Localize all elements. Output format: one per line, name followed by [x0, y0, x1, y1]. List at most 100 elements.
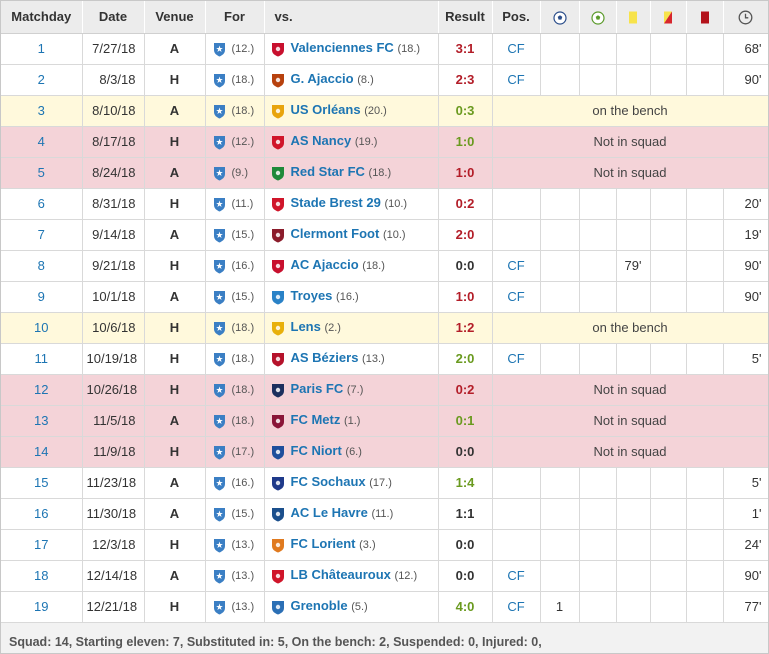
matchday-cell[interactable]: 18: [1, 560, 83, 592]
result-link[interactable]: 0:1: [456, 413, 475, 428]
for-cell[interactable]: (18.): [205, 312, 265, 344]
opponent-cell[interactable]: FC Metz (1.): [264, 405, 439, 437]
opponent-link[interactable]: Troyes: [291, 288, 333, 303]
result-link[interactable]: 0:3: [456, 103, 475, 118]
opponent-link[interactable]: Valenciennes FC: [291, 40, 394, 55]
for-cell[interactable]: (13.): [205, 529, 265, 561]
matchday-link[interactable]: 15: [34, 475, 48, 490]
result-cell[interactable]: 0:0: [438, 250, 493, 282]
result-cell[interactable]: 0:0: [438, 560, 493, 592]
matchday-cell[interactable]: 12: [1, 374, 83, 406]
matchday-cell[interactable]: 2: [1, 64, 83, 96]
result-link[interactable]: 2:0: [456, 351, 475, 366]
matchday-cell[interactable]: 5: [1, 157, 83, 189]
result-link[interactable]: 1:1: [456, 506, 475, 521]
opponent-cell[interactable]: Clermont Foot (10.): [264, 219, 439, 251]
opponent-cell[interactable]: FC Sochaux (17.): [264, 467, 439, 499]
opponent-link[interactable]: G. Ajaccio: [291, 71, 354, 86]
result-link[interactable]: 1:0: [456, 165, 475, 180]
opponent-cell[interactable]: Paris FC (7.): [264, 374, 439, 406]
result-cell[interactable]: 1:0: [438, 157, 493, 189]
result-link[interactable]: 2:0: [456, 227, 475, 242]
header-goals[interactable]: [540, 1, 580, 34]
for-cell[interactable]: (15.): [205, 498, 265, 530]
opponent-link[interactable]: Clermont Foot: [291, 226, 380, 241]
result-link[interactable]: 0:0: [456, 568, 475, 583]
opponent-link[interactable]: AC Le Havre: [291, 505, 368, 520]
for-cell[interactable]: (18.): [205, 64, 265, 96]
opponent-link[interactable]: FC Lorient: [291, 536, 356, 551]
header-position[interactable]: Pos.: [492, 1, 541, 34]
header-result[interactable]: Result: [438, 1, 493, 34]
opponent-link[interactable]: Lens: [291, 319, 321, 334]
matchday-link[interactable]: 7: [38, 227, 45, 242]
result-link[interactable]: 0:0: [456, 258, 475, 273]
result-link[interactable]: 0:0: [456, 444, 475, 459]
for-cell[interactable]: (9.): [205, 157, 265, 189]
matchday-link[interactable]: 19: [34, 599, 48, 614]
opponent-cell[interactable]: Valenciennes FC (18.): [264, 33, 439, 65]
opponent-cell[interactable]: Grenoble (5.): [264, 591, 439, 623]
opponent-link[interactable]: AS Nancy: [291, 133, 352, 148]
matchday-cell[interactable]: 16: [1, 498, 83, 530]
matchday-link[interactable]: 11: [35, 351, 49, 366]
matchday-cell[interactable]: 15: [1, 467, 83, 499]
header-assists[interactable]: [579, 1, 617, 34]
matchday-link[interactable]: 14: [34, 444, 48, 459]
matchday-cell[interactable]: 19: [1, 591, 83, 623]
matchday-cell[interactable]: 11: [1, 343, 83, 375]
for-cell[interactable]: (17.): [205, 436, 265, 468]
result-cell[interactable]: 1:0: [438, 126, 493, 158]
result-cell[interactable]: 0:1: [438, 405, 493, 437]
opponent-cell[interactable]: FC Lorient (3.): [264, 529, 439, 561]
result-link[interactable]: 1:0: [456, 134, 475, 149]
header-venue[interactable]: Venue: [144, 1, 206, 34]
matchday-cell[interactable]: 4: [1, 126, 83, 158]
result-link[interactable]: 0:2: [456, 196, 475, 211]
result-cell[interactable]: 1:2: [438, 312, 493, 344]
opponent-cell[interactable]: US Orléans (20.): [264, 95, 439, 127]
result-cell[interactable]: 2:3: [438, 64, 493, 96]
matchday-link[interactable]: 8: [38, 258, 45, 273]
opponent-link[interactable]: FC Metz: [291, 412, 341, 427]
opponent-link[interactable]: AC Ajaccio: [291, 257, 359, 272]
header-yellowred[interactable]: [650, 1, 687, 34]
for-cell[interactable]: (16.): [205, 250, 265, 282]
for-cell[interactable]: (18.): [205, 405, 265, 437]
for-cell[interactable]: (15.): [205, 281, 265, 313]
opponent-cell[interactable]: LB Châteauroux (12.): [264, 560, 439, 592]
header-red[interactable]: [686, 1, 724, 34]
result-cell[interactable]: 0:0: [438, 529, 493, 561]
matchday-link[interactable]: 3: [38, 103, 45, 118]
matchday-link[interactable]: 12: [34, 382, 48, 397]
matchday-link[interactable]: 9: [38, 289, 45, 304]
matchday-cell[interactable]: 17: [1, 529, 83, 561]
matchday-link[interactable]: 17: [34, 537, 48, 552]
result-cell[interactable]: 1:0: [438, 281, 493, 313]
result-cell[interactable]: 1:1: [438, 498, 493, 530]
opponent-link[interactable]: Grenoble: [291, 598, 348, 613]
opponent-link[interactable]: Paris FC: [291, 381, 344, 396]
matchday-link[interactable]: 4: [38, 134, 45, 149]
for-cell[interactable]: (11.): [205, 188, 265, 220]
matchday-cell[interactable]: 3: [1, 95, 83, 127]
result-cell[interactable]: 0:0: [438, 436, 493, 468]
for-cell[interactable]: (13.): [205, 591, 265, 623]
header-date[interactable]: Date: [82, 1, 145, 34]
opponent-cell[interactable]: AC Le Havre (11.): [264, 498, 439, 530]
matchday-cell[interactable]: 6: [1, 188, 83, 220]
matchday-link[interactable]: 16: [34, 506, 48, 521]
for-cell[interactable]: (15.): [205, 219, 265, 251]
result-cell[interactable]: 2:0: [438, 343, 493, 375]
matchday-link[interactable]: 6: [38, 196, 45, 211]
matchday-cell[interactable]: 13: [1, 405, 83, 437]
opponent-link[interactable]: Stade Brest 29: [291, 195, 381, 210]
matchday-link[interactable]: 1: [38, 41, 45, 56]
matchday-cell[interactable]: 10: [1, 312, 83, 344]
matchday-cell[interactable]: 8: [1, 250, 83, 282]
opponent-link[interactable]: LB Châteauroux: [291, 567, 391, 582]
matchday-cell[interactable]: 9: [1, 281, 83, 313]
matchday-cell[interactable]: 14: [1, 436, 83, 468]
opponent-link[interactable]: FC Niort: [291, 443, 342, 458]
matchday-link[interactable]: 18: [34, 568, 48, 583]
